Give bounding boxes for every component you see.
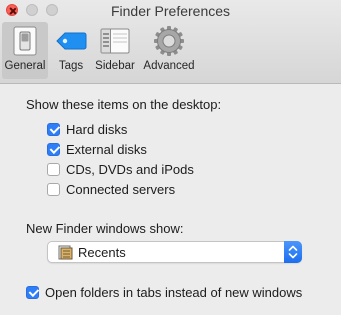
new-window-heading: New Finder windows show:: [26, 221, 184, 236]
connected-servers-checkbox[interactable]: [47, 182, 60, 196]
optical-media-option[interactable]: CDs, DVDs and iPods: [47, 160, 194, 178]
external-disks-label: External disks: [66, 141, 147, 157]
tab-tags-label: Tags: [58, 60, 84, 72]
external-disks-option[interactable]: External disks: [47, 140, 147, 158]
title-bar: Finder Preferences General Tags Sidebar …: [0, 0, 341, 84]
connected-servers-option[interactable]: Connected servers: [47, 180, 175, 198]
hard-disks-option[interactable]: Hard disks: [47, 120, 127, 138]
tab-advanced[interactable]: Advanced: [140, 22, 198, 79]
tab-tags[interactable]: Tags: [52, 22, 90, 79]
open-in-tabs-label: Open folders in tabs instead of new wind…: [45, 284, 303, 300]
tab-general[interactable]: General: [2, 22, 48, 79]
recents-icon: [57, 245, 73, 263]
new-window-target-popup[interactable]: Recents: [47, 241, 302, 263]
popup-selected-value: Recents: [78, 245, 126, 260]
window-title: Finder Preferences: [110, 3, 231, 19]
hard-disks-checkbox[interactable]: [47, 122, 60, 136]
desktop-items-heading: Show these items on the desktop:: [26, 97, 222, 112]
up-down-chevron-icon: [288, 245, 298, 259]
tab-sidebar[interactable]: Sidebar: [92, 22, 138, 79]
popup-stepper[interactable]: [284, 241, 302, 263]
open-in-tabs-checkbox[interactable]: [26, 285, 39, 299]
tag-icon: [54, 24, 88, 61]
tab-general-label: General: [4, 60, 46, 72]
gear-icon: [152, 24, 186, 61]
optical-media-checkbox[interactable]: [47, 162, 60, 176]
optical-media-label: CDs, DVDs and iPods: [66, 161, 194, 177]
open-in-tabs-option[interactable]: Open folders in tabs instead of new wind…: [26, 283, 302, 301]
tab-advanced-label: Advanced: [143, 60, 195, 72]
connected-servers-label: Connected servers: [66, 181, 176, 197]
sidebar-icon: [98, 24, 132, 61]
switch-icon: [9, 24, 41, 61]
hard-disks-label: Hard disks: [66, 121, 128, 137]
tab-sidebar-label: Sidebar: [95, 60, 135, 72]
external-disks-checkbox[interactable]: [47, 142, 60, 156]
finder-preferences-window: Finder Preferences General Tags Sidebar …: [0, 0, 341, 315]
